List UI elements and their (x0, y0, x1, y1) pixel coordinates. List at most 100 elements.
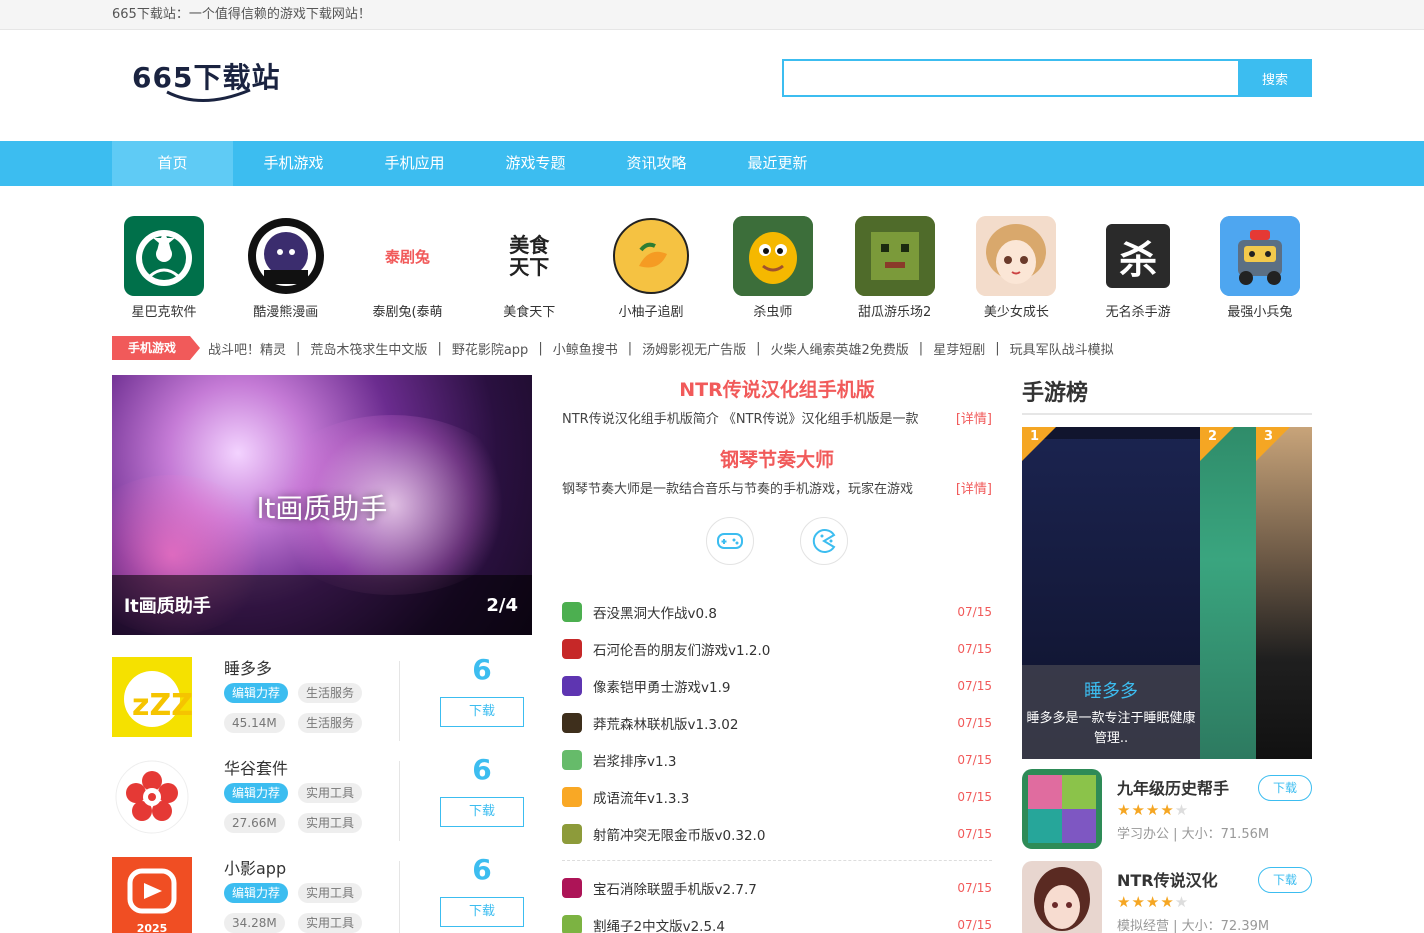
ranking-card[interactable]: 2 (1200, 427, 1256, 759)
list-item[interactable]: 宝石消除联盟手机版v2.7.7 07/15 (562, 869, 992, 906)
category-badge: 实用工具 (298, 913, 363, 933)
nav-item-mobile-apps[interactable]: 手机应用 (354, 141, 475, 186)
news-title[interactable]: 莽荒森林联机版v1.3.02 (593, 713, 952, 733)
download-button[interactable]: 下载 (1258, 775, 1312, 801)
app-tile[interactable]: 杀 无名杀手游 (1086, 216, 1190, 320)
app-tile[interactable]: 甜瓜游乐场2 (843, 216, 947, 320)
app-name: 杀虫师 (753, 305, 793, 320)
bug-game-icon (732, 216, 813, 296)
anime-portrait-icon[interactable] (1022, 861, 1102, 933)
search-button[interactable]: 搜索 (1238, 59, 1312, 97)
app-tile[interactable]: 美少女成长 (964, 216, 1068, 320)
download-button[interactable]: 下载 (440, 897, 524, 927)
app-tile[interactable]: 最强小兵兔 (1208, 216, 1312, 320)
ranking-heading: 手游榜 (1022, 375, 1312, 415)
tag-link[interactable]: 火柴人绳索英雄2免费版 (771, 339, 909, 358)
separator: | (995, 340, 1000, 356)
nav-item-recent-updates[interactable]: 最近更新 (717, 141, 838, 186)
list-item[interactable]: 石河伦吾的朋友们游戏v1.2.0 07/15 (562, 630, 992, 667)
divider (562, 860, 992, 861)
hero-banner[interactable]: lt画质助手 lt画质助手 2/4 (112, 375, 532, 635)
separator: | (756, 340, 761, 356)
app-tile[interactable]: 杀虫师 (721, 216, 825, 320)
download-button[interactable]: 下载 (1258, 867, 1312, 893)
news-title[interactable]: 宝石消除联盟手机版v2.7.7 (593, 878, 952, 898)
sleep-zzz-icon[interactable]: zZZ (112, 657, 192, 737)
download-button[interactable]: 下载 (440, 797, 524, 827)
list-item[interactable]: 像素铠甲勇士游戏v1.9 07/15 (562, 667, 992, 704)
list-item[interactable]: 射箭冲突无限金币版v0.32.0 07/15 (562, 815, 992, 852)
app-name: 泰剧兔(泰萌 (372, 305, 443, 320)
app-name: 无名杀手游 (1105, 305, 1171, 320)
featured-title[interactable]: NTR传说汉化组手机版 (562, 375, 992, 402)
app-tile[interactable]: 小柚子追剧 (599, 216, 703, 320)
ranking-app-name[interactable]: NTR传说汉化 (1117, 867, 1218, 891)
app-title[interactable]: 华谷套件 (224, 755, 288, 779)
app-title[interactable]: 睡多多 (224, 655, 272, 679)
score: 6 (472, 753, 492, 786)
site-logo[interactable]: 665下载站 (132, 56, 280, 102)
rank-number: 3 (1264, 429, 1274, 444)
tag-link[interactable]: 汤姆影视无广告版 (642, 339, 746, 358)
tag-link[interactable]: 野花影院app (452, 339, 528, 358)
tag-link[interactable]: 小鲸鱼搜书 (553, 339, 618, 358)
separator: | (437, 340, 442, 356)
app-title[interactable]: 小影app (224, 855, 286, 879)
history-helper-icon[interactable] (1022, 769, 1102, 849)
category-badge: 生活服务 (298, 713, 363, 733)
pacman-icon[interactable] (800, 517, 848, 565)
news-title[interactable]: 吞没黑洞大作战v0.8 (593, 602, 952, 622)
app-tile[interactable]: 泰剧兔 泰剧兔(泰萌 (356, 216, 460, 320)
size-badge: 45.14M (224, 713, 285, 733)
game-thumb-icon (562, 749, 582, 770)
category-tag[interactable]: 手机游戏 (112, 336, 201, 360)
list-item[interactable]: 莽荒森林联机版v1.3.02 07/15 (562, 704, 992, 741)
news-title[interactable]: 石河伦吾的朋友们游戏v1.2.0 (593, 639, 952, 659)
details-link[interactable]: [详情] (956, 408, 992, 427)
tag-link[interactable]: 荒岛木筏求生中文版 (310, 339, 427, 358)
middle-column: NTR传说汉化组手机版 NTR传说汉化组手机版简介 《NTR传说》汉化组手机版是… (562, 375, 992, 933)
flower-icon[interactable] (112, 757, 192, 837)
app-tile[interactable]: 美食天下 美食天下 (477, 216, 581, 320)
list-item[interactable]: 岩浆排序v1.3 07/15 (562, 741, 992, 778)
search-input[interactable] (782, 59, 1238, 97)
xiaoying-icon[interactable]: 2025 (112, 857, 192, 933)
gamepad-icon[interactable] (706, 517, 754, 565)
nav-item-home[interactable]: 首页 (112, 141, 233, 186)
list-item[interactable]: 成语流年v1.3.3 07/15 (562, 778, 992, 815)
app-tile[interactable]: 酷漫熊漫画 (234, 216, 338, 320)
details-link[interactable]: [详情] (956, 478, 992, 497)
download-button[interactable]: 下载 (440, 697, 524, 727)
news-date: 07/15 (957, 880, 992, 895)
app-name: 甜瓜游乐场2 (857, 305, 932, 320)
news-date: 07/15 (957, 752, 992, 767)
news-title[interactable]: 割绳子2中文版v2.5.4 (593, 915, 952, 933)
banner-title: lt画质助手 (124, 596, 211, 617)
game-thumb-icon (562, 712, 582, 733)
logo-lettering: 美食天下 (509, 233, 550, 279)
news-title[interactable]: 成语流年v1.3.3 (593, 787, 952, 807)
news-title[interactable]: 像素铠甲勇士游戏v1.9 (593, 676, 952, 696)
featured-title[interactable]: 钢琴节奏大师 (562, 445, 992, 472)
app-tile[interactable]: 星巴克软件 (112, 216, 216, 320)
star-rating: ★★★★★ (1117, 893, 1190, 911)
nav-item-news-guides[interactable]: 资讯攻略 (596, 141, 717, 186)
tag-link[interactable]: 玩具军队战斗模拟 (1010, 339, 1114, 358)
news-title[interactable]: 射箭冲突无限金币版v0.32.0 (593, 824, 952, 844)
list-item[interactable]: 割绳子2中文版v2.5.4 07/15 (562, 906, 992, 933)
featured-summary: NTR传说汉化组手机版简介 《NTR传说》汉化组手机版是一款 (562, 412, 919, 427)
list-item: zZZ 睡多多 编辑力荐 生活服务 45.14M 生活服务 6 下载 (112, 653, 532, 755)
nav-item-game-topics[interactable]: 游戏专题 (475, 141, 596, 186)
news-title[interactable]: 岩浆排序v1.3 (593, 750, 952, 770)
game-thumb-icon (562, 786, 582, 807)
ranking-app-name[interactable]: 九年级历史帮手 (1117, 775, 1229, 799)
list-item[interactable]: 吞没黑洞大作战v0.8 07/15 (562, 593, 992, 630)
tag-link[interactable]: 战斗吧！精灵 (208, 339, 286, 358)
ranking-card[interactable]: 3 (1256, 427, 1312, 759)
tag-link[interactable]: 星芽短剧 (933, 339, 985, 358)
featured-apps-row: 星巴克软件 酷漫熊漫画 泰剧兔 泰剧兔(泰萌 美食天下 美食天下 小柚子追剧 杀… (112, 216, 1312, 320)
separator: | (538, 340, 543, 356)
ranking-desc: 睡多多是一款专注于睡眠健康管理.. (1026, 711, 1196, 746)
nav-item-mobile-games[interactable]: 手机游戏 (233, 141, 354, 186)
ranking-card[interactable]: 1 睡多多 睡多多是一款专注于睡眠健康管理.. (1022, 427, 1200, 759)
